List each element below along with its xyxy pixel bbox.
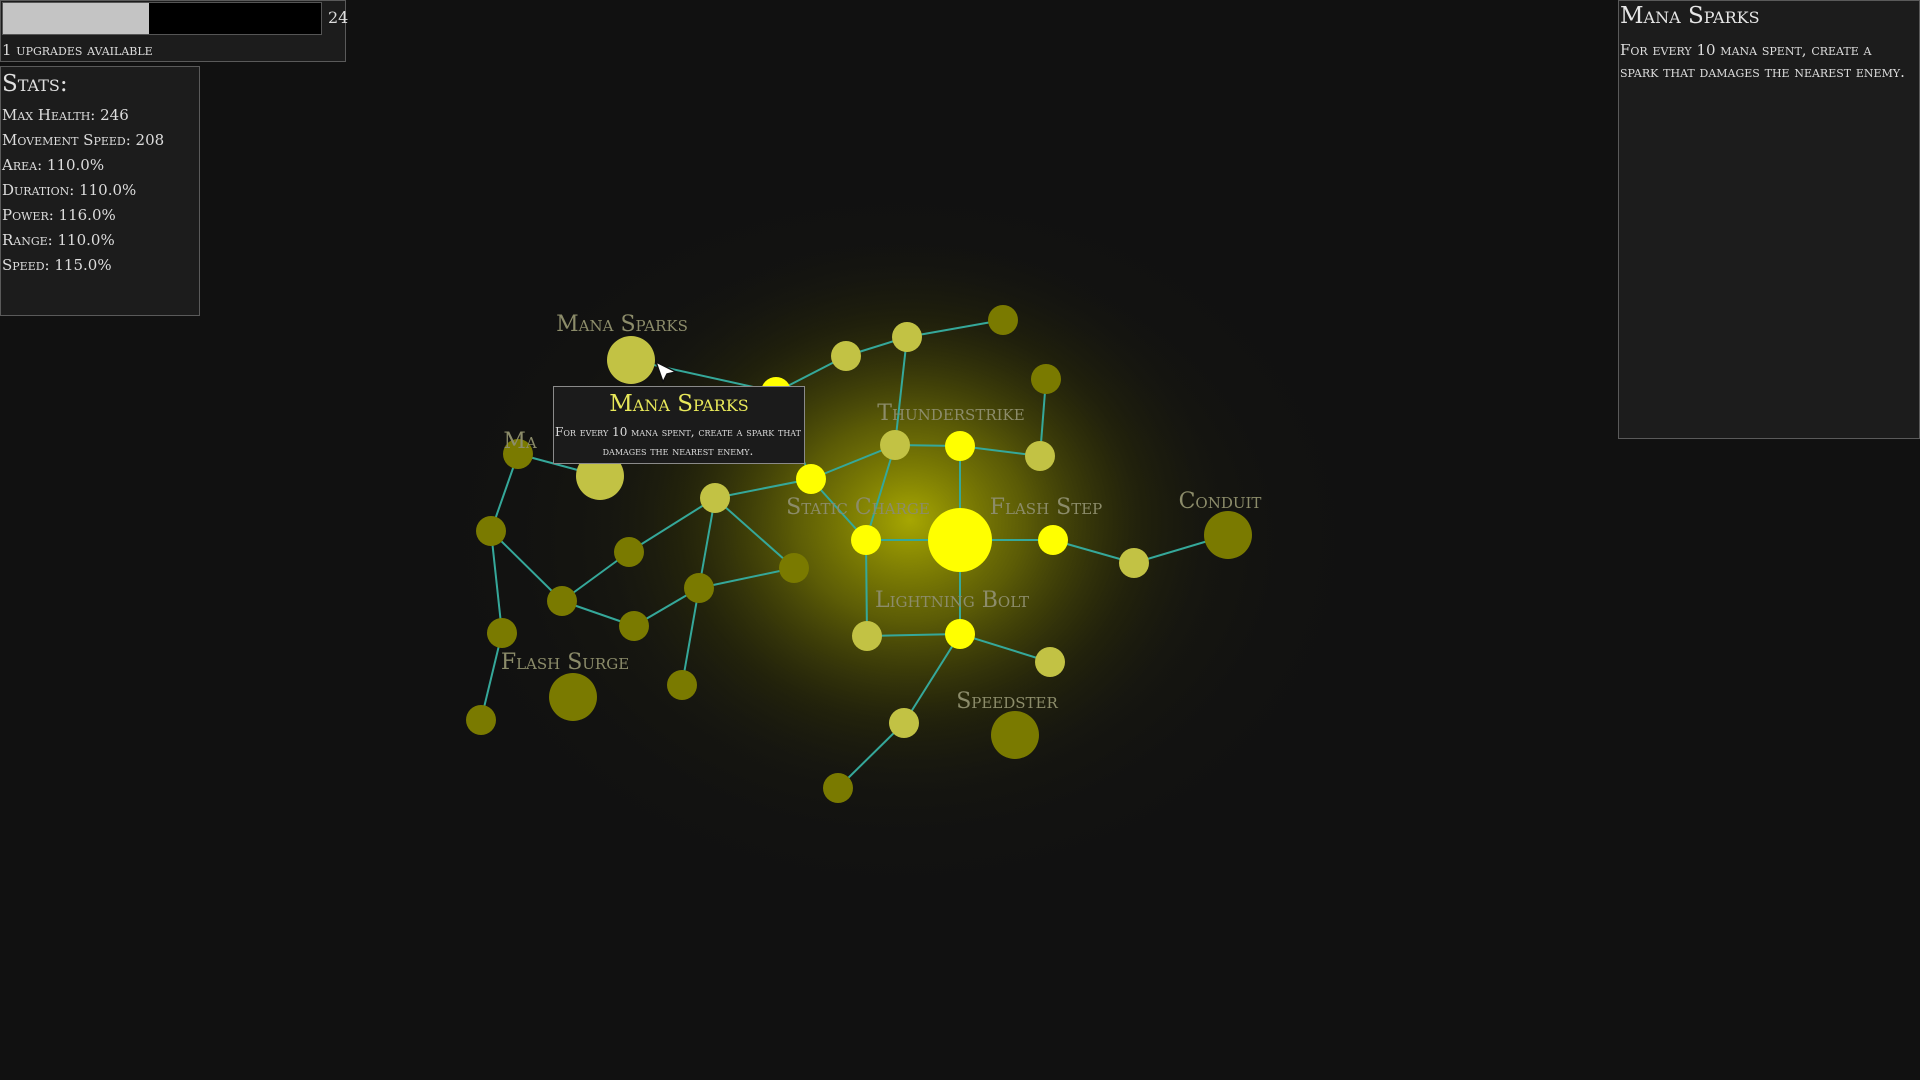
skill-node-l7[interactable] xyxy=(684,573,714,603)
stats-list: Max Health: 246 Movement Speed: 208 Area… xyxy=(2,103,164,278)
upgrades-available-label: 1 upgrades available xyxy=(2,41,153,59)
skill-node-l13[interactable] xyxy=(823,773,853,803)
skill-node-a4[interactable] xyxy=(1025,441,1055,471)
skill-node-thunderstrike[interactable] xyxy=(945,431,975,461)
stat-max-health: Max Health: 246 xyxy=(2,106,129,124)
skill-label-conduit: Conduit xyxy=(1179,489,1262,514)
skill-node-flash-step[interactable] xyxy=(1038,525,1068,555)
skill-node-l2[interactable] xyxy=(1031,364,1061,394)
xp-bar-fill xyxy=(3,3,150,34)
skill-node-a8[interactable] xyxy=(1119,548,1149,578)
tooltip-title: Mana Sparks xyxy=(609,391,749,417)
stats-panel: Stats: Max Health: 246 Movement Speed: 2… xyxy=(0,66,200,316)
skill-detail-title: Mana Sparks xyxy=(1620,3,1760,29)
skill-tooltip: Mana Sparks For every 10 mana spent, cre… xyxy=(553,386,805,464)
skill-node-a1[interactable] xyxy=(831,341,861,371)
tooltip-description: For every 10 mana spent, create a spark … xyxy=(555,425,801,458)
skill-node-mana-sparks[interactable] xyxy=(607,336,655,384)
skill-node-l1[interactable] xyxy=(988,305,1018,335)
skill-node-l12[interactable] xyxy=(466,705,496,735)
player-level: 24 xyxy=(328,8,349,27)
skill-node-a9[interactable] xyxy=(889,708,919,738)
skill-node-lightning-bolt[interactable] xyxy=(945,619,975,649)
skill-node-speedster[interactable] xyxy=(991,711,1039,759)
skill-node-l4[interactable] xyxy=(476,516,506,546)
skill-node-l9[interactable] xyxy=(619,611,649,641)
skill-node-a2[interactable] xyxy=(892,322,922,352)
skill-node-l5[interactable] xyxy=(614,537,644,567)
xp-panel: 24 1 upgrades available xyxy=(0,0,349,62)
skill-detail-description: For every 10 mana spent, create a spark … xyxy=(1620,41,1905,81)
skill-label-flash-surge: Flash Surge xyxy=(501,650,629,675)
xp-bar xyxy=(2,2,322,35)
skill-node-conduit[interactable] xyxy=(1204,511,1252,559)
stat-duration: Duration: 110.0% xyxy=(2,181,137,199)
skill-label-lightning-bolt: Lightning Bolt xyxy=(875,588,1029,613)
skill-node-l6[interactable] xyxy=(547,586,577,616)
skill-detail-panel: Mana Sparks For every 10 mana spent, cre… xyxy=(1618,0,1920,439)
skill-label-speedster: Speedster xyxy=(956,689,1058,714)
skill-label-flash-step: Flash Step xyxy=(990,495,1103,520)
skill-node-l11[interactable] xyxy=(667,670,697,700)
skill-node-l10[interactable] xyxy=(487,618,517,648)
stat-range: Range: 110.0% xyxy=(2,231,115,249)
skill-node-a5[interactable] xyxy=(700,483,730,513)
skill-label-thunderstrike: Thunderstrike xyxy=(877,401,1024,426)
skill-node-a3[interactable] xyxy=(880,430,910,460)
stat-power: Power: 116.0% xyxy=(2,206,116,224)
skill-label-ma: Ma xyxy=(503,429,537,454)
skill-node-static-link[interactable] xyxy=(796,464,826,494)
skill-node-flash-surge[interactable] xyxy=(549,673,597,721)
skill-label-static-charge: Static Charge xyxy=(786,495,930,520)
skill-node-root[interactable] xyxy=(928,508,992,572)
mouse-cursor-icon xyxy=(655,361,677,383)
skill-label-mana-sparks: Mana Sparks xyxy=(556,312,688,337)
skill-node-a7[interactable] xyxy=(1035,647,1065,677)
skill-node-l8[interactable] xyxy=(779,553,809,583)
skill-node-static-charge[interactable] xyxy=(851,525,881,555)
stats-title: Stats: xyxy=(2,71,68,97)
stat-speed: Speed: 115.0% xyxy=(2,256,112,274)
stat-area: Area: 110.0% xyxy=(2,156,105,174)
stat-movement-speed: Movement Speed: 208 xyxy=(2,131,165,149)
skill-node-a6[interactable] xyxy=(852,621,882,651)
